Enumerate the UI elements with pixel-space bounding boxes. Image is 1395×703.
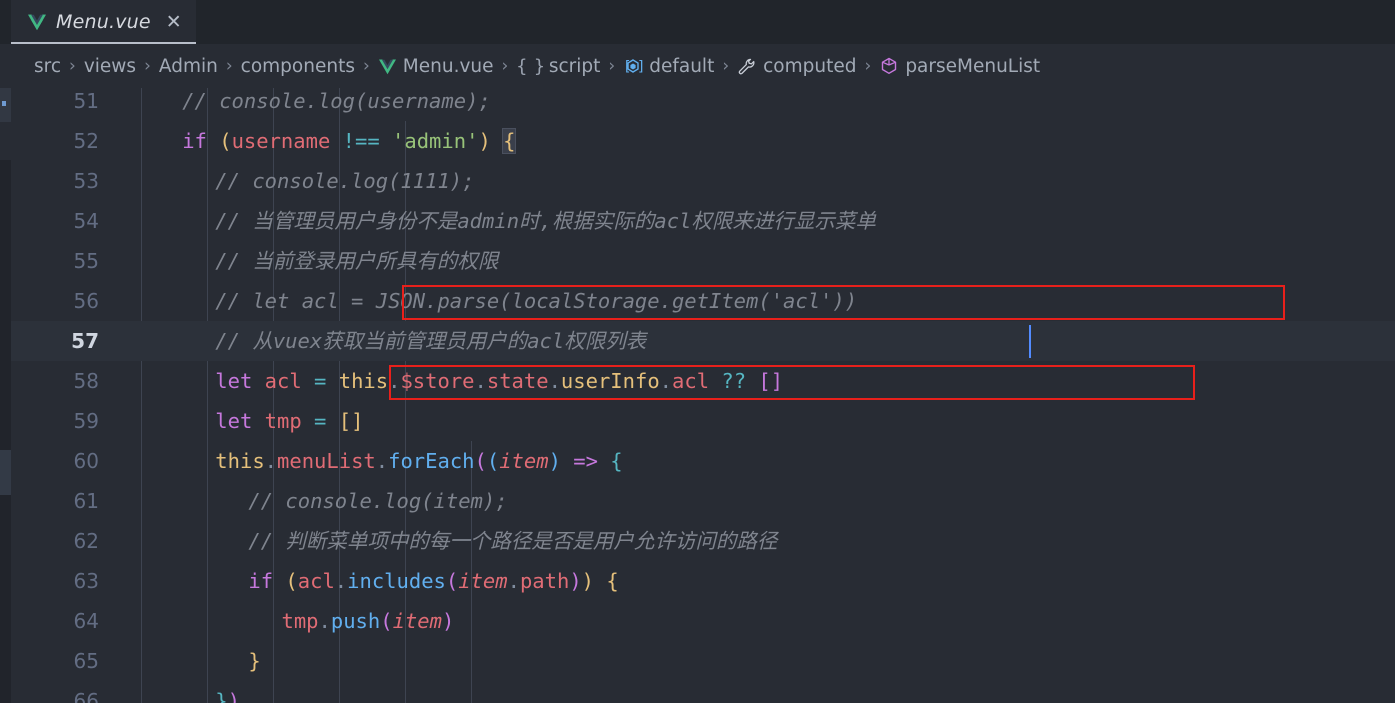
code-line[interactable]: 52 if (username !== 'admin') { bbox=[11, 121, 1395, 161]
code-line[interactable]: 57 // 从vuex获取当前管理员用户的acl权限列表 bbox=[11, 321, 1395, 361]
line-number: 65 bbox=[73, 649, 99, 673]
line-number: 55 bbox=[73, 249, 99, 273]
code-line[interactable]: 54 // 当管理员用户身份不是admin时,根据实际的acl权限来进行显示菜单 bbox=[11, 201, 1395, 241]
breadcrumb-item-script[interactable]: { } script bbox=[516, 56, 600, 77]
line-number: 51 bbox=[73, 89, 99, 113]
code-text: if (username !== 'admin') { bbox=[182, 128, 517, 154]
breadcrumb-label: Menu.vue bbox=[402, 55, 494, 77]
breadcrumb-separator: › bbox=[362, 56, 370, 76]
vue-logo-icon bbox=[378, 58, 397, 75]
breadcrumb-separator: › bbox=[864, 56, 872, 76]
line-number: 62 bbox=[73, 529, 99, 553]
code-text: let acl = this.$store.state.userInfo.acl… bbox=[215, 369, 784, 393]
code-text: // 从vuex获取当前管理员用户的acl权限列表 bbox=[215, 329, 647, 353]
code-text: // 当管理员用户身份不是admin时,根据实际的acl权限来进行显示菜单 bbox=[215, 209, 876, 233]
breadcrumb-label: Admin bbox=[158, 55, 218, 77]
line-number: 60 bbox=[73, 449, 99, 473]
line-number: 53 bbox=[73, 169, 99, 193]
line-number: 52 bbox=[73, 129, 99, 153]
braces-icon: { } bbox=[516, 55, 544, 77]
breadcrumb-label: parseMenuList bbox=[905, 55, 1041, 77]
breadcrumb-separator: › bbox=[144, 56, 151, 76]
line-number: 58 bbox=[73, 369, 99, 393]
code-line[interactable]: 61 // console.log(item); bbox=[11, 481, 1395, 521]
breadcrumb-item-default[interactable]: [ ] default bbox=[623, 56, 714, 77]
breadcrumb-label: default bbox=[649, 55, 715, 77]
code-line[interactable]: 56 // let acl = JSON.parse(localStorage.g… bbox=[11, 281, 1395, 321]
svg-text:]: ] bbox=[637, 59, 643, 75]
close-icon[interactable]: ✕ bbox=[166, 12, 182, 32]
line-number: 59 bbox=[73, 409, 99, 433]
vue-logo-icon bbox=[28, 14, 46, 31]
code-text: // console.log(item); bbox=[248, 489, 508, 513]
breadcrumb-item-admin[interactable]: Admin bbox=[159, 56, 218, 77]
breadcrumb-separator: › bbox=[225, 56, 233, 76]
breadcrumb-label: script bbox=[548, 55, 601, 77]
code-text: } bbox=[248, 649, 261, 673]
editor-tab-bar: Menu.vue ✕ bbox=[0, 0, 1395, 44]
code-text: // let acl = JSON.parse(localStorage.get… bbox=[215, 289, 858, 313]
line-number: 54 bbox=[73, 209, 99, 233]
code-line[interactable]: 65} bbox=[11, 641, 1395, 681]
code-lines-container[interactable]: 51 // console.log(username); 52 if (usernam… bbox=[11, 88, 1395, 703]
code-text: if (acl.includes(item.path)) { bbox=[248, 569, 619, 593]
code-line[interactable]: 51 // console.log(username); bbox=[11, 88, 1395, 121]
code-line[interactable]: 62 // 判断菜单项中的每一个路径是否是用户允许访问的路径 bbox=[11, 521, 1395, 561]
breadcrumb-label: computed bbox=[763, 55, 857, 77]
code-line[interactable]: 55 // 当前登录用户所具有的权限 bbox=[11, 241, 1395, 281]
code-line[interactable]: 59 let tmp = [] bbox=[11, 401, 1395, 441]
line-number: 56 bbox=[73, 289, 99, 313]
overview-change-marker bbox=[2, 101, 6, 106]
code-text: // console.log(username); bbox=[182, 89, 491, 113]
code-text: }) bbox=[215, 689, 240, 703]
breadcrumb-separator: › bbox=[722, 56, 730, 76]
editor-tab-label: Menu.vue bbox=[56, 11, 151, 33]
code-line[interactable]: 64 tmp.push(item) bbox=[11, 601, 1395, 641]
breadcrumb-item-computed[interactable]: computed bbox=[737, 55, 857, 77]
line-number: 63 bbox=[73, 569, 99, 593]
code-line[interactable]: 66}) bbox=[11, 681, 1395, 703]
tab-bar-left-spacer bbox=[0, 0, 11, 44]
text-cursor bbox=[1029, 325, 1031, 358]
line-number: 64 bbox=[73, 609, 99, 633]
editor-tab-menu-vue[interactable]: Menu.vue ✕ bbox=[11, 0, 196, 44]
breadcrumb-separator: › bbox=[69, 56, 76, 76]
breadcrumb-item-src[interactable]: src bbox=[34, 56, 61, 77]
breadcrumb: src › views › Admin › components › Menu.… bbox=[0, 44, 1395, 88]
editor-overview-ruler[interactable] bbox=[0, 88, 11, 703]
code-line[interactable]: 58 let acl = this.$store.state.userInfo.a… bbox=[11, 361, 1395, 401]
breadcrumb-label: src bbox=[34, 55, 62, 77]
code-text: tmp.push(item) bbox=[281, 609, 455, 633]
code-text: // console.log(1111); bbox=[215, 169, 475, 193]
breadcrumb-label: views bbox=[83, 55, 137, 77]
breadcrumb-label: components bbox=[240, 55, 355, 77]
cube-icon bbox=[879, 56, 899, 76]
code-editor[interactable]: 51 // console.log(username); 52 if (usernam… bbox=[11, 88, 1395, 703]
breadcrumb-separator: › bbox=[608, 56, 616, 76]
overview-segment-bottom bbox=[0, 495, 11, 703]
breadcrumb-separator: › bbox=[501, 56, 509, 76]
vscode-editor-window: Menu.vue ✕ src › views › Admin › compone… bbox=[0, 0, 1395, 703]
breadcrumb-item-menu-vue[interactable]: Menu.vue bbox=[378, 56, 494, 77]
breadcrumb-item-components[interactable]: components bbox=[241, 56, 355, 77]
line-number: 66 bbox=[73, 689, 99, 703]
breadcrumb-item-views[interactable]: views bbox=[84, 56, 136, 77]
code-line[interactable]: 53 // console.log(1111); bbox=[11, 161, 1395, 201]
overview-segment-highlight bbox=[0, 450, 11, 495]
code-text: // 当前登录用户所具有的权限 bbox=[215, 249, 499, 273]
wrench-icon bbox=[737, 57, 757, 76]
module-icon: [ ] bbox=[623, 57, 643, 75]
overview-segment-dark bbox=[0, 160, 11, 450]
code-text: // 判断菜单项中的每一个路径是否是用户允许访问的路径 bbox=[248, 529, 778, 553]
code-text: this.menuList.forEach((item) => { bbox=[215, 449, 623, 473]
breadcrumb-item-parse-menu-list[interactable]: parseMenuList bbox=[879, 56, 1040, 77]
code-line[interactable]: 63 if (acl.includes(item.path)) { bbox=[11, 561, 1395, 601]
code-text: let tmp = [] bbox=[215, 409, 364, 433]
line-number: 61 bbox=[73, 489, 99, 513]
line-number: 57 bbox=[71, 329, 99, 353]
code-line[interactable]: 60 this.menuList.forEach((item) => { bbox=[11, 441, 1395, 481]
